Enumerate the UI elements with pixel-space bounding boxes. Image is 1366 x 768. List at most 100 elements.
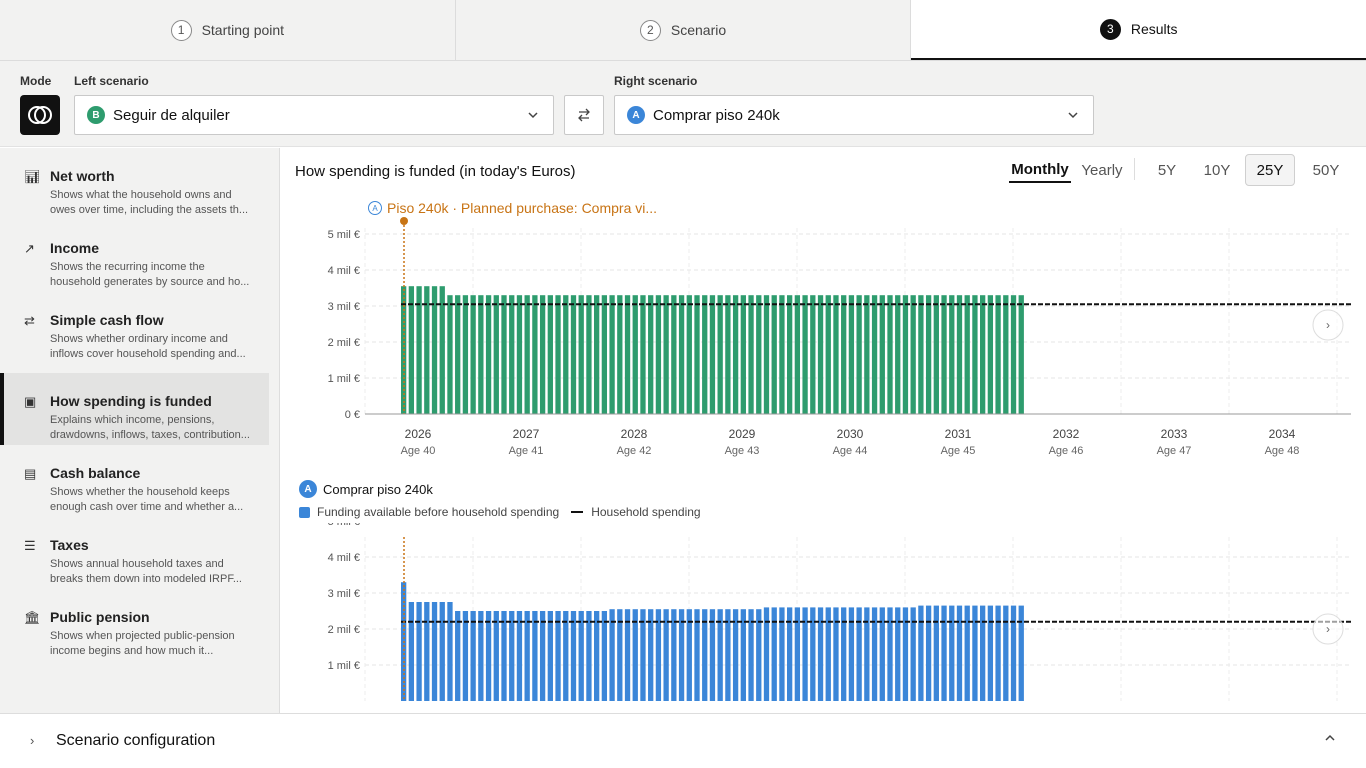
bar bbox=[431, 602, 438, 701]
bar bbox=[648, 295, 654, 414]
bar bbox=[902, 295, 909, 414]
x-tick-year: 2027 bbox=[513, 427, 540, 441]
step-starting-point[interactable]: 1 Starting point bbox=[0, 0, 456, 60]
bar bbox=[864, 295, 870, 414]
bar bbox=[501, 295, 507, 414]
bar bbox=[532, 611, 538, 701]
right-scenario-select[interactable]: A Comprar piso 240k bbox=[614, 95, 1094, 135]
bar bbox=[578, 295, 584, 414]
bar bbox=[686, 295, 692, 414]
bar bbox=[609, 295, 615, 414]
right-scenario-value: Comprar piso 240k bbox=[653, 106, 780, 124]
bar bbox=[408, 602, 415, 701]
bar bbox=[848, 295, 855, 414]
scenario-bar: Mode Left scenario Right scenario B Segu… bbox=[0, 61, 1366, 147]
bar bbox=[879, 295, 885, 414]
bar bbox=[702, 609, 708, 701]
bar bbox=[640, 609, 646, 701]
x-tick-year: 2033 bbox=[1161, 427, 1188, 441]
sidebar-item-taxes[interactable]: ☰ Taxes Shows annual household taxes and b… bbox=[0, 517, 269, 589]
bar bbox=[833, 295, 839, 414]
chevron-right-icon: › bbox=[1326, 318, 1330, 332]
wallet-icon: ▣ bbox=[24, 394, 37, 409]
bar bbox=[655, 295, 662, 414]
bar bbox=[810, 295, 816, 414]
x-tick-year: 2034 bbox=[1269, 427, 1296, 441]
y-tick-label: 4 mil € bbox=[328, 265, 360, 277]
bar bbox=[1018, 605, 1024, 701]
bar bbox=[501, 611, 507, 701]
legend-funding-label: Funding available before household spend… bbox=[317, 505, 560, 519]
bar bbox=[725, 295, 731, 414]
bar bbox=[424, 602, 430, 701]
bar bbox=[694, 609, 700, 701]
bar bbox=[547, 295, 553, 414]
swap-scenarios-button[interactable] bbox=[564, 95, 604, 135]
sidebar-item-spending-funded[interactable]: ▣ How spending is funded Explains which in… bbox=[0, 373, 269, 445]
bar bbox=[601, 611, 608, 701]
bar bbox=[918, 605, 924, 701]
mode-button[interactable] bbox=[20, 95, 60, 135]
bar bbox=[555, 611, 561, 701]
bar bbox=[732, 295, 739, 414]
compare-mode-icon bbox=[28, 106, 52, 124]
right-scenario-label: Right scenario bbox=[614, 74, 698, 88]
sidebar-item-net-worth[interactable]: 📊︎ Net worth Shows what the household owns… bbox=[0, 148, 269, 220]
sidebar-item-desc: Shows the recurring income the household… bbox=[50, 261, 250, 288]
footer-title: Scenario configuration bbox=[56, 732, 216, 749]
bar bbox=[455, 611, 461, 701]
bar bbox=[925, 295, 932, 414]
bar bbox=[594, 295, 600, 414]
sidebar-item-simple-cash-flow[interactable]: ⇄ Simple cash flow Shows whether ordinary … bbox=[0, 292, 269, 364]
bar bbox=[802, 295, 808, 414]
sidebar-item-desc: Shows whether the household keeps enough… bbox=[50, 486, 244, 513]
sidebar-item-cash-balance[interactable]: ▤ Cash balance Shows whether the household… bbox=[0, 445, 269, 517]
chevron-right-icon: › bbox=[30, 733, 35, 748]
bar bbox=[447, 602, 453, 701]
step-label: Scenario bbox=[670, 22, 727, 38]
sidebar-item-income[interactable]: ↗ Income Shows the recurring income the ho… bbox=[0, 220, 269, 292]
scenario-b-badge: B bbox=[87, 106, 105, 124]
bar bbox=[817, 295, 824, 414]
stepper: 1 Starting point 2 Scenario 3 Results bbox=[0, 0, 1366, 61]
step-results[interactable]: 3 Results bbox=[911, 0, 1366, 60]
y-tick-label: 2 mil € bbox=[328, 337, 360, 349]
bar bbox=[624, 295, 631, 414]
sidebar-item-public-pension[interactable]: 🏛︎ Public pension Shows when projected pub… bbox=[0, 589, 269, 661]
bar bbox=[794, 295, 801, 414]
y-tick-label: 5 mil € bbox=[328, 229, 360, 241]
bar bbox=[624, 609, 631, 701]
bar bbox=[663, 609, 669, 701]
x-tick-age: Age 44 bbox=[833, 445, 868, 457]
step-scenario[interactable]: 2 Scenario bbox=[456, 0, 912, 60]
bar bbox=[1010, 295, 1017, 414]
x-tick-age: Age 40 bbox=[401, 445, 436, 457]
bar bbox=[887, 295, 893, 414]
sidebar-item-desc: Shows annual household taxes and breaks … bbox=[50, 558, 242, 585]
scenario-a-badge: A bbox=[627, 106, 645, 124]
swap-icon bbox=[578, 108, 590, 122]
bar bbox=[485, 295, 492, 414]
sidebar-item-title: Income bbox=[50, 240, 100, 256]
x-tick-age: Age 48 bbox=[1265, 445, 1300, 457]
x-tick-year: 2031 bbox=[945, 427, 972, 441]
step-number: 2 bbox=[639, 19, 661, 41]
bar bbox=[470, 295, 476, 414]
purchase-marker-dot bbox=[400, 217, 408, 225]
bar bbox=[779, 295, 785, 414]
bar bbox=[655, 609, 662, 701]
bar bbox=[949, 295, 955, 414]
bar bbox=[563, 295, 569, 414]
y-tick-label: 5 mil € bbox=[328, 523, 360, 528]
bar bbox=[678, 295, 685, 414]
bar bbox=[493, 611, 499, 701]
left-scenario-select[interactable]: B Seguir de alquiler bbox=[74, 95, 554, 135]
scenario-configuration-bar[interactable]: › Scenario configuration bbox=[0, 713, 1366, 768]
bar bbox=[980, 295, 986, 414]
legend-swatch-spending bbox=[571, 511, 584, 513]
bar bbox=[447, 295, 453, 414]
step-label: Results bbox=[1130, 21, 1178, 37]
chart-icon: 📊︎ bbox=[24, 169, 41, 184]
y-tick-label: 2 mil € bbox=[328, 624, 360, 636]
bar bbox=[933, 605, 939, 701]
